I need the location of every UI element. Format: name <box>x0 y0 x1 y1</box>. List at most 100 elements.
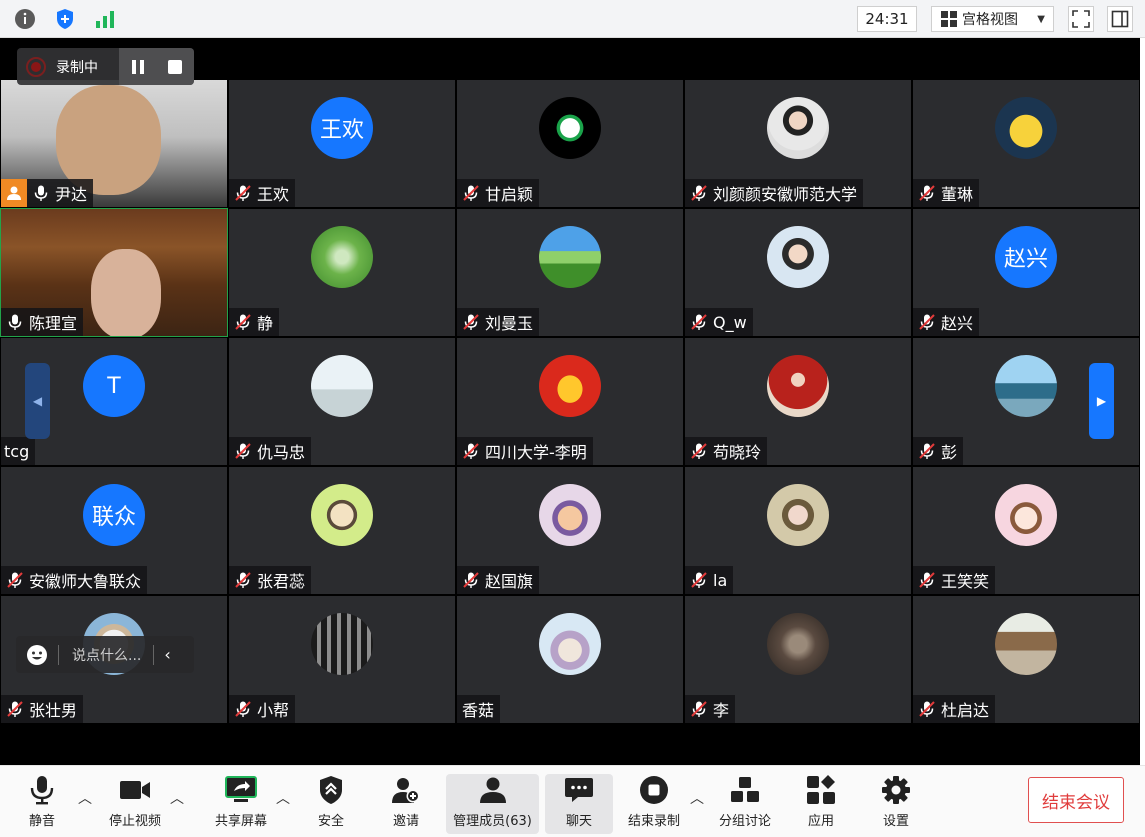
participant-tile[interactable]: 董琳 <box>913 80 1139 207</box>
quick-chat-input[interactable]: 说点什么... <box>72 645 141 665</box>
end-recording-label: 结束录制 <box>627 814 680 829</box>
avatar <box>539 97 601 159</box>
participant-tile[interactable]: 赵国旗 <box>457 467 683 594</box>
next-page-button[interactable]: ▶ <box>1089 363 1114 439</box>
end-meeting-button[interactable]: 结束会议 <box>1028 777 1124 823</box>
breakout-rooms-button[interactable]: 分组讨论 <box>714 774 776 834</box>
recording-indicator: 录制中 <box>17 48 194 85</box>
view-mode-label: 宫格视图 <box>962 12 1018 28</box>
stop-icon <box>168 60 182 74</box>
chat-button[interactable]: 聊天 <box>545 774 613 834</box>
share-screen-button[interactable]: 共享屏幕 <box>210 774 272 834</box>
signal-icon[interactable] <box>92 6 118 32</box>
avatar <box>995 97 1057 159</box>
breakout-label: 分组讨论 <box>718 814 771 829</box>
manage-members-button[interactable]: 管理成员(63) <box>446 774 539 834</box>
avatar <box>539 226 601 288</box>
participant-name: 彭 <box>941 443 958 462</box>
emoji-button[interactable] <box>26 644 48 666</box>
participant-name: 陈理宣 <box>29 314 78 333</box>
video-options-chevron-icon[interactable]: ︿ <box>170 788 184 808</box>
host-icon <box>1 179 27 207</box>
participant-tile[interactable]: Q_w <box>685 209 911 336</box>
participant-tile[interactable]: 陈理宣 <box>0 208 228 337</box>
participant-nameplate: tcg <box>1 437 36 465</box>
participant-name: 四川大学-李明 <box>485 443 587 462</box>
participant-tile[interactable]: 刘颜颜安徽师范大学 <box>685 80 911 207</box>
participant-nameplate: 小帮 <box>229 695 296 723</box>
collapse-chat-button[interactable]: ‹ <box>164 645 170 664</box>
gear-icon <box>879 774 913 806</box>
share-screen-label: 共享屏幕 <box>214 814 267 829</box>
avatar: 赵兴 <box>995 226 1057 288</box>
invite-button[interactable]: 邀请 <box>387 774 425 834</box>
recording-options-chevron-icon[interactable]: ︿ <box>690 788 704 808</box>
participant-tile[interactable]: 甘启颖 <box>457 80 683 207</box>
participant-name: 小帮 <box>257 701 290 720</box>
participant-name: 王欢 <box>257 185 290 204</box>
meeting-toolbar: 静音 ︿ 停止视频 ︿ 共享屏幕 ︿ 安全 邀请 管理成员(63) 聊天 结束录… <box>0 765 1145 837</box>
apps-button[interactable]: 应用 <box>803 774 839 834</box>
participant-name: 刘曼玉 <box>485 314 534 333</box>
participant-tile[interactable]: 联众 安徽师大鲁联众 <box>1 467 227 594</box>
meeting-timer: 24:31 <box>857 6 917 32</box>
prev-page-button[interactable]: ◀ <box>25 363 50 439</box>
participant-tile[interactable]: 王欢 王欢 <box>229 80 455 207</box>
participant-nameplate: 李 <box>685 695 736 723</box>
top-bar: 24:31 宫格视图 ▼ <box>0 0 1145 38</box>
participant-tile[interactable]: 四川大学-李明 <box>457 338 683 465</box>
participant-tile[interactable]: 静 <box>229 209 455 336</box>
sidebar-toggle-icon[interactable] <box>1107 6 1133 32</box>
participant-name: 董琳 <box>941 185 974 204</box>
stop-video-button[interactable]: 停止视频 <box>105 774 165 834</box>
fullscreen-icon[interactable] <box>1068 6 1094 32</box>
microphone-icon <box>8 314 22 330</box>
security-label: 安全 <box>317 814 344 829</box>
participant-tile[interactable]: 杜启达 <box>913 596 1139 723</box>
participant-name: 杜启达 <box>941 701 990 720</box>
view-mode-dropdown[interactable]: 宫格视图 ▼ <box>931 6 1054 32</box>
participant-nameplate: 杜启达 <box>913 695 996 723</box>
apps-icon <box>804 774 838 806</box>
participant-tile[interactable]: 香菇 <box>457 596 683 723</box>
participant-tile[interactable]: 李 <box>685 596 911 723</box>
participant-nameplate: 静 <box>229 308 280 336</box>
muted-mic-icon <box>7 701 23 717</box>
security-button[interactable]: 安全 <box>313 774 349 834</box>
participant-nameplate: 张壮男 <box>1 695 84 723</box>
participant-tile[interactable]: 尹达 <box>1 80 227 207</box>
muted-mic-icon <box>463 443 479 459</box>
participant-tile[interactable]: la <box>685 467 911 594</box>
shield-icon[interactable] <box>52 6 78 32</box>
info-icon[interactable] <box>12 6 38 32</box>
participant-tile[interactable]: 王笑笑 <box>913 467 1139 594</box>
participant-tile[interactable]: 仇马忠 <box>229 338 455 465</box>
participant-nameplate: 陈理宣 <box>1 308 84 336</box>
end-recording-button[interactable]: 结束录制 <box>624 774 684 834</box>
participant-tile[interactable]: 小帮 <box>229 596 455 723</box>
muted-mic-icon <box>691 701 707 717</box>
participant-tile[interactable]: 苟晓玲 <box>685 338 911 465</box>
muted-mic-icon <box>919 185 935 201</box>
video-camera-icon <box>118 774 152 806</box>
participant-tile[interactable]: 刘曼玉 <box>457 209 683 336</box>
mute-button[interactable]: 静音 <box>22 774 62 834</box>
participant-nameplate: 张君蕊 <box>229 566 312 594</box>
share-options-chevron-icon[interactable]: ︿ <box>276 788 290 808</box>
audio-options-chevron-icon[interactable]: ︿ <box>78 788 92 808</box>
participant-name: 张壮男 <box>29 701 78 720</box>
participant-name: la <box>713 570 728 590</box>
settings-button[interactable]: 设置 <box>878 774 914 834</box>
avatar <box>311 484 373 546</box>
participant-nameplate: 苟晓玲 <box>685 437 768 465</box>
participant-nameplate: 香菇 <box>457 695 501 723</box>
muted-mic-icon <box>691 443 707 459</box>
emoji-icon <box>27 644 47 665</box>
avatar: 王欢 <box>311 97 373 159</box>
stop-recording-button[interactable] <box>165 57 185 77</box>
avatar <box>311 226 373 288</box>
participant-tile[interactable]: 张君蕊 <box>229 467 455 594</box>
participant-tile[interactable]: 赵兴 赵兴 <box>913 209 1139 336</box>
pause-recording-button[interactable] <box>128 57 148 77</box>
participant-name: 赵兴 <box>941 314 974 333</box>
